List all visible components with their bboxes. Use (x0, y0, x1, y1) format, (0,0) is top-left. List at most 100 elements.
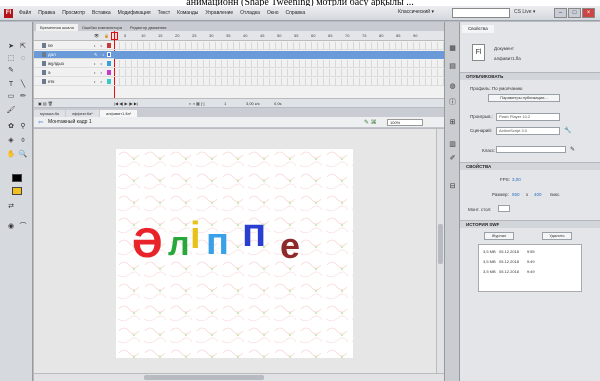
layer-frames[interactable] (114, 69, 444, 77)
free-transform-icon[interactable]: ⬚ (5, 54, 17, 64)
fps-value[interactable]: 3,00 (512, 177, 521, 182)
line-tool-icon[interactable]: ╲ (17, 80, 29, 90)
lasso-icon[interactable]: ◌ (17, 54, 29, 64)
minimize-icon[interactable]: – (554, 8, 567, 18)
layer-visibility-lock[interactable]: • • (94, 61, 104, 66)
bone-tool-icon[interactable]: ⚲ (17, 122, 29, 132)
menu-debug[interactable]: Отладка (240, 10, 260, 16)
align-icon[interactable]: ◍ (448, 82, 457, 91)
brush-icon[interactable]: ✐ (448, 154, 457, 163)
list-item[interactable]: 3,5 MB 05.12.2018 9:49 (483, 259, 535, 264)
layer-row[interactable]: етк • • (34, 78, 444, 86)
text-tool-icon[interactable]: T (5, 80, 17, 90)
rectangle-tool-icon[interactable]: ▭ (5, 92, 17, 102)
close-icon[interactable]: × (582, 8, 595, 18)
menu-file[interactable]: Файл (19, 10, 31, 16)
layer-row[interactable]: пе • • (34, 42, 444, 50)
pen-tool-icon[interactable]: ✎ (5, 66, 17, 76)
vertical-scrollbar[interactable] (436, 129, 444, 373)
layer-frames[interactable] (114, 60, 444, 68)
color-icon[interactable]: ▦ (448, 44, 457, 53)
height-value[interactable]: 400 (534, 192, 542, 197)
onion-skin-icons[interactable]: ◐ ◑ ▦ [·] (189, 101, 205, 106)
swatches-icon[interactable]: ▤ (448, 62, 457, 71)
letter-shape[interactable]: п (206, 221, 229, 264)
class-input[interactable] (496, 146, 566, 153)
back-arrow-icon[interactable]: ⇦ (38, 119, 43, 126)
tab-properties[interactable]: Свойства (462, 25, 494, 33)
letter-shape[interactable]: е (280, 225, 300, 267)
doc-tab-active[interactable]: алфавит1.fla* (99, 110, 138, 117)
menu-modify[interactable]: Модификация (118, 10, 151, 16)
layer-row[interactable]: ә • • (34, 69, 444, 77)
menu-view[interactable]: Просмотр (62, 10, 85, 16)
delete-button[interactable]: Удалить (542, 232, 572, 240)
layer-row-selected[interactable]: дәл ✎ • • (34, 51, 444, 59)
letter-shape[interactable]: Ә (132, 219, 163, 267)
layer-frames[interactable] (114, 51, 444, 59)
zoom-select[interactable]: 100% (387, 119, 423, 126)
doc-tab[interactable]: музыка.fla (34, 110, 65, 117)
layer-outline-color[interactable] (107, 43, 111, 48)
layer-outline-color[interactable] (107, 52, 111, 57)
menu-commands[interactable]: Команды (177, 10, 198, 16)
list-item[interactable]: 3,5 MB 05.12.2018 9:49 (483, 269, 535, 274)
stroke-color-swatch[interactable] (12, 174, 22, 182)
layer-row[interactable]: жұлдыз • • (34, 60, 444, 68)
scroll-thumb[interactable] (438, 224, 443, 264)
layer-frames[interactable] (114, 42, 444, 50)
deco-tool-icon[interactable]: ✿ (5, 122, 17, 132)
letter-shape[interactable]: л (168, 225, 190, 264)
component-icon[interactable]: ⊟ (448, 182, 457, 191)
layer-visibility-lock[interactable]: • • (94, 43, 104, 48)
maximize-icon[interactable]: □ (568, 8, 581, 18)
tab-compiler-errors[interactable]: Ошибки компилятора (78, 24, 126, 31)
edit-scene-icon[interactable]: ✎ ⌘ (364, 119, 377, 126)
menu-text[interactable]: Текст (158, 10, 171, 16)
scene-label[interactable]: Монтажный кадр 1 (48, 119, 92, 125)
subselection-tool-icon[interactable]: ⇱ (17, 42, 29, 52)
eyedropper-icon[interactable]: ⌽ (17, 136, 29, 146)
menu-insert[interactable]: Вставка (92, 10, 111, 16)
properties-section-header[interactable]: СВОЙСТВА (460, 162, 600, 170)
script-select[interactable]: ActionScript 3.0 (496, 127, 560, 135)
new-layer-icon[interactable]: ▣ ▤ 🗑 (38, 101, 53, 106)
edit-class-icon[interactable]: ✎ (570, 146, 575, 153)
stage[interactable]: Ә л і п п е (116, 149, 353, 358)
timeline-ruler[interactable]: 👁 🔒 ▢ 5 10 15 20 25 30 35 40 45 50 55 60 65 70 75 80 85 9… (34, 31, 444, 41)
menu-window[interactable]: Окно (267, 10, 279, 16)
stage-color-swatch[interactable] (498, 205, 510, 212)
cs-live-button[interactable]: CS Live ▾ (514, 9, 535, 15)
brush-tool-icon[interactable]: 🖌 (5, 106, 17, 116)
width-value[interactable]: 550 (512, 192, 520, 197)
layer-visibility-lock[interactable]: • • (94, 70, 104, 75)
menu-help[interactable]: Справка (286, 10, 306, 16)
scroll-thumb[interactable] (144, 375, 264, 380)
player-select[interactable]: Flash Player 10.2 (496, 113, 560, 121)
publish-section-header[interactable]: ОПУБЛИКОВАТЬ (460, 72, 600, 80)
list-item[interactable]: 3,5 MB 05.12.2018 9:55 (483, 249, 535, 254)
fill-color-swatch[interactable] (12, 187, 22, 195)
layer-frames[interactable] (114, 78, 444, 86)
search-input[interactable] (452, 8, 510, 18)
info-icon[interactable]: ⓘ (448, 98, 457, 107)
transform-icon[interactable]: ⊞ (448, 118, 457, 127)
layer-outline-color[interactable] (107, 61, 111, 66)
horizontal-scrollbar[interactable] (34, 373, 444, 381)
selection-tool-icon[interactable]: ➤ (5, 42, 17, 52)
swap-colors-icon[interactable]: ⇄ (5, 202, 17, 212)
workspace-switcher[interactable]: Классический ▾ (398, 9, 434, 15)
wrench-icon[interactable]: 🔧 (564, 127, 571, 134)
playback-controls[interactable]: |◀ ◀| ▶ |▶ ▶| (114, 101, 138, 106)
layer-outline-color[interactable] (107, 70, 111, 75)
zoom-tool-icon[interactable]: 🔍 (17, 150, 29, 160)
snap-icon[interactable]: ◉ (5, 222, 17, 232)
letter-shape[interactable]: п (242, 211, 266, 256)
swf-history-header[interactable]: ИСТОРИЯ SWF (460, 220, 600, 228)
layer-outline-color[interactable] (107, 79, 111, 84)
library-icon[interactable]: ▥ (448, 140, 457, 149)
pencil-tool-icon[interactable]: ✏ (17, 92, 29, 102)
layer-visibility-lock[interactable]: • • (94, 79, 104, 84)
menu-control[interactable]: Управление (205, 10, 233, 16)
hand-tool-icon[interactable]: ✋ (5, 150, 17, 160)
